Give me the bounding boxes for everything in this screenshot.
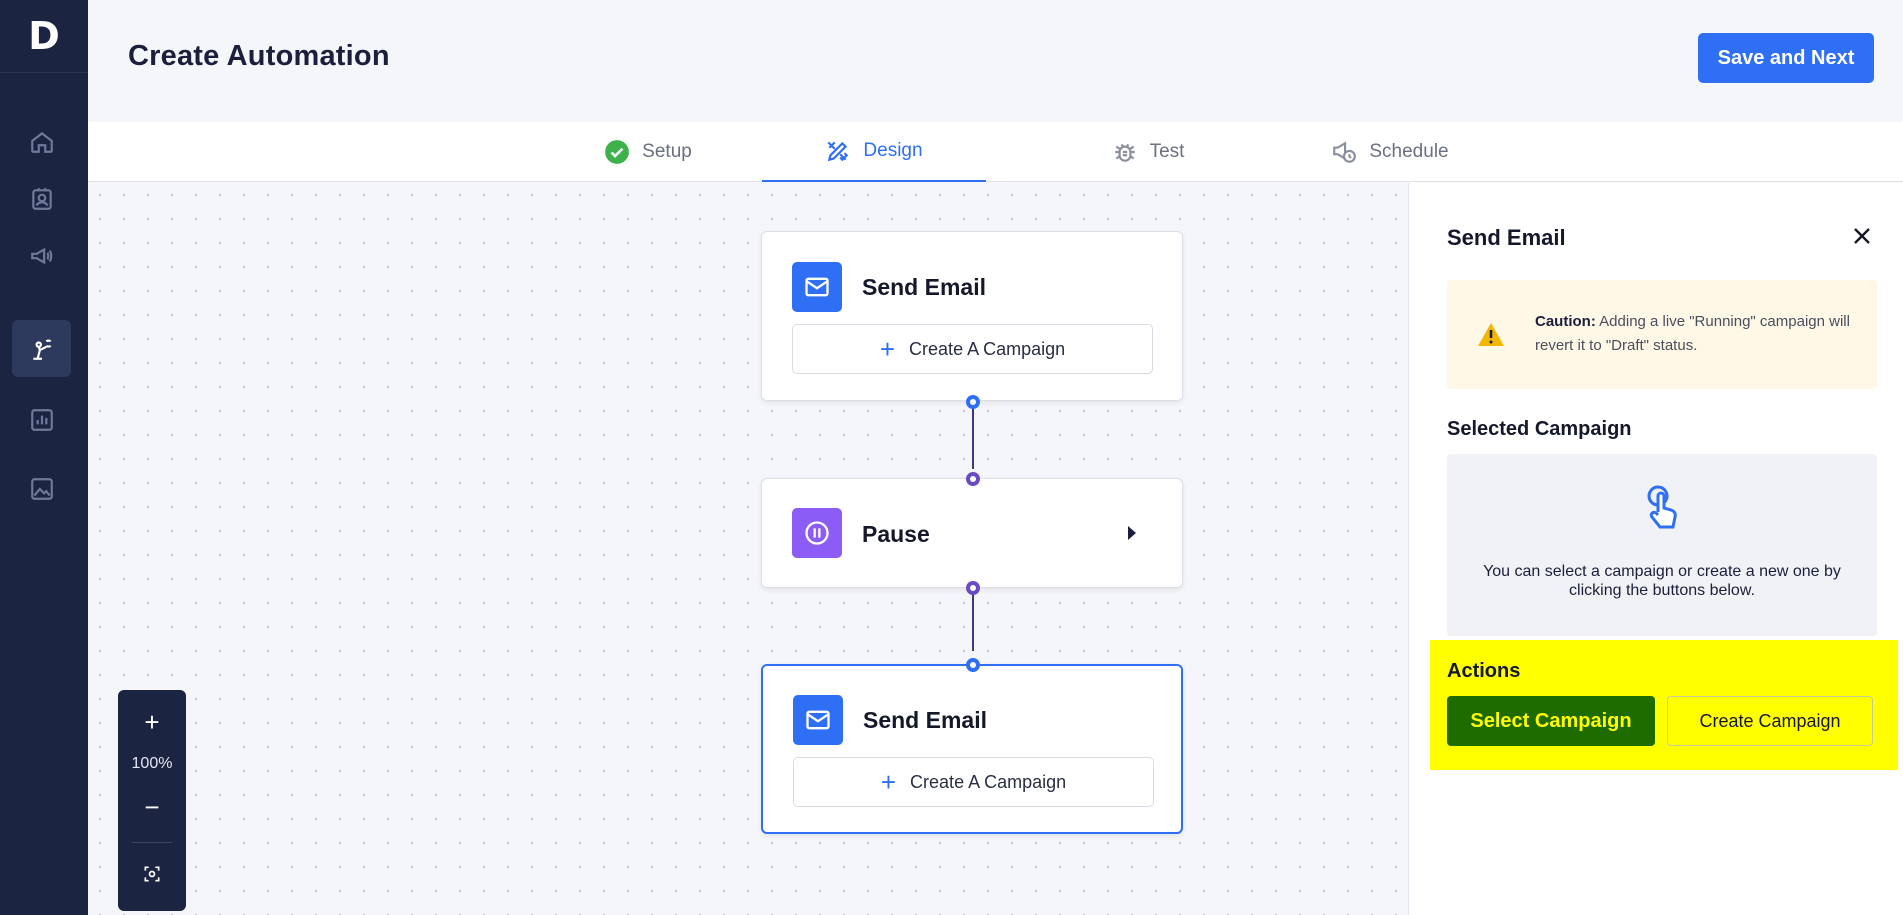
tap-hand-icon <box>1647 485 1677 529</box>
connector-handle[interactable] <box>966 472 980 486</box>
focus-icon <box>144 866 160 882</box>
design-tools-icon <box>827 141 849 162</box>
select-campaign-button[interactable]: Select Campaign <box>1447 696 1655 746</box>
app-logo[interactable]: D <box>22 14 66 58</box>
actions-title: Actions <box>1447 660 1521 682</box>
sidebar-item-contacts[interactable] <box>12 170 71 227</box>
plus-icon: + <box>880 767 897 797</box>
selected-campaign-title: Selected Campaign <box>1447 418 1632 440</box>
check-circle-icon <box>605 140 630 164</box>
connector-line <box>972 587 974 651</box>
mail-icon <box>792 262 842 312</box>
pause-node[interactable]: Pause <box>761 478 1183 588</box>
sidebar: D <box>0 0 88 915</box>
node-title: Send Email <box>862 274 986 300</box>
node-settings-panel: Send Email Caution: Adding a live "Runni… <box>1408 183 1903 915</box>
close-panel-button[interactable] <box>1847 221 1877 251</box>
tab-schedule[interactable]: Schedule <box>1310 122 1470 182</box>
plus-icon: + <box>879 334 896 364</box>
create-campaign-label: Create A Campaign <box>909 338 1066 359</box>
megaphone-icon <box>30 247 52 264</box>
schedule-icon <box>1333 141 1357 163</box>
workflow-canvas[interactable]: Send Email + Create A Campaign Pause Sen… <box>88 183 1408 915</box>
zoom-controls: + 100% − <box>118 690 186 911</box>
tab-setup-label: Setup <box>642 141 692 162</box>
node-title: Pause <box>862 521 930 547</box>
selected-campaign-empty-state: You can select a campaign or create a ne… <box>1447 454 1877 636</box>
send-email-node[interactable]: Send Email + Create A Campaign <box>761 231 1183 401</box>
caution-alert: Caution: Adding a live "Running" campaig… <box>1447 280 1877 389</box>
mail-icon <box>793 695 843 745</box>
home-icon <box>30 131 53 153</box>
contacts-icon <box>31 187 52 210</box>
close-icon <box>1854 228 1870 244</box>
actions-section: Actions Select Campaign Create Campaign <box>1430 640 1898 770</box>
selected-campaign-hint: You can select a campaign or create a ne… <box>1483 563 1841 599</box>
fit-view-button[interactable] <box>118 854 186 894</box>
tab-setup[interactable]: Setup <box>568 122 728 182</box>
connector-line <box>972 403 974 469</box>
zoom-out-button[interactable]: − <box>118 787 186 827</box>
sidebar-item-automation[interactable] <box>12 320 71 377</box>
tab-schedule-label: Schedule <box>1369 141 1449 162</box>
sidebar-divider <box>0 72 88 73</box>
panel-title: Send Email <box>1447 225 1566 250</box>
warning-icon <box>1478 323 1504 346</box>
pause-icon <box>792 508 842 558</box>
reports-icon <box>30 408 53 431</box>
tab-design-label: Design <box>863 140 923 161</box>
expand-arrow-icon[interactable] <box>1128 526 1136 540</box>
create-campaign-panel-button[interactable]: Create Campaign <box>1667 696 1873 746</box>
caution-text: Caution: Adding a live "Running" campaig… <box>1535 310 1865 358</box>
automation-icon <box>32 339 51 360</box>
connector-handle[interactable] <box>966 581 980 595</box>
connector-handle[interactable] <box>966 395 980 409</box>
bug-icon <box>1114 143 1135 162</box>
page-title: Create Automation <box>128 40 390 72</box>
save-and-next-button[interactable]: Save and Next <box>1698 33 1874 83</box>
wizard-tabs: Setup Design Test Schedule <box>88 122 1903 182</box>
create-campaign-button[interactable]: + Create A Campaign <box>792 324 1153 374</box>
sidebar-item-media[interactable] <box>12 460 71 517</box>
zoom-level: 100% <box>131 755 173 772</box>
create-campaign-label: Create A Campaign <box>910 771 1067 792</box>
create-campaign-button[interactable]: + Create A Campaign <box>793 757 1154 807</box>
sidebar-item-home[interactable] <box>12 113 71 170</box>
tab-design[interactable]: Design <box>762 122 986 182</box>
zoom-in-button[interactable]: + <box>118 702 186 742</box>
caution-label: Caution: <box>1535 313 1596 330</box>
tab-test[interactable]: Test <box>1078 122 1218 182</box>
connector-handle[interactable] <box>966 658 980 672</box>
zoom-divider <box>132 842 172 843</box>
sidebar-item-campaigns[interactable] <box>12 227 71 284</box>
sidebar-item-reports[interactable] <box>12 391 71 448</box>
tab-test-label: Test <box>1149 141 1185 162</box>
node-title: Send Email <box>863 707 987 733</box>
send-email-node-selected[interactable]: Send Email + Create A Campaign <box>761 664 1183 834</box>
media-icon <box>30 477 53 500</box>
